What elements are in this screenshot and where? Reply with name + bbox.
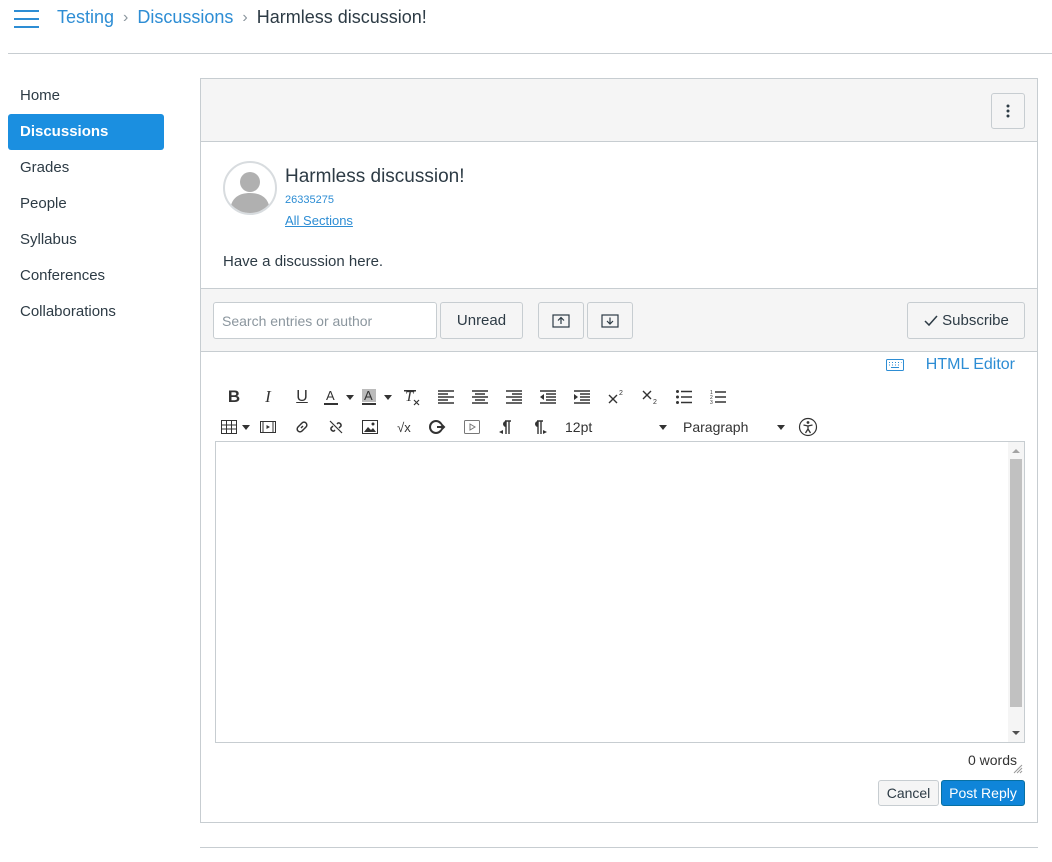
word-count: 0 words [967, 752, 1017, 768]
media-icon[interactable] [251, 414, 285, 440]
author-id: 26335275 [285, 194, 334, 206]
avatar[interactable] [223, 161, 277, 215]
course-nav: Home Discussions Grades People Syllabus … [8, 78, 164, 330]
kebab-icon [1006, 104, 1010, 118]
chevron-right-icon: › [242, 8, 248, 26]
background-color-dropdown-icon[interactable] [381, 384, 395, 410]
underline-icon[interactable]: U [285, 384, 319, 410]
discussion-title: Harmless discussion! [285, 166, 465, 187]
nav-item-people[interactable]: People [8, 186, 164, 222]
collapse-replies-button[interactable] [538, 302, 584, 339]
bold-icon[interactable]: B [217, 384, 251, 410]
accessibility-checker-icon[interactable] [791, 414, 825, 440]
collapse-icon [552, 313, 570, 328]
expand-replies-button[interactable] [587, 302, 633, 339]
nav-item-syllabus[interactable]: Syllabus [8, 222, 164, 258]
search-input[interactable] [213, 302, 437, 339]
font-size-value: 12pt [565, 419, 593, 435]
scroll-down-icon[interactable] [1011, 728, 1021, 738]
nav-item-conferences[interactable]: Conferences [8, 258, 164, 294]
all-sections-link[interactable]: All Sections [285, 213, 353, 228]
breadcrumb-discussions-link[interactable]: Discussions [137, 7, 233, 28]
discussion-entry: Harmless discussion! 26335275 All Sectio… [201, 142, 1037, 288]
reply-editor: HTML Editor B I U A A T 2 2 1 2 3 √x 12p… [201, 352, 1037, 822]
table-dropdown-icon[interactable] [241, 414, 251, 440]
nav-item-grades[interactable]: Grades [8, 150, 164, 186]
cancel-button[interactable]: Cancel [878, 780, 939, 806]
keyboard-icon[interactable] [885, 359, 904, 371]
subscribe-button[interactable]: Subscribe [907, 302, 1025, 339]
discussion-panel: Harmless discussion! 26335275 All Sectio… [200, 78, 1038, 823]
superscript-icon[interactable]: 2 [599, 384, 633, 410]
breadcrumb: Testing › Discussions › Harmless discuss… [57, 7, 427, 28]
clear-formatting-icon[interactable]: T [395, 384, 429, 410]
background-color-icon[interactable]: A [357, 384, 381, 410]
discussion-toolbar: Unread Subscribe [201, 288, 1037, 352]
font-size-select[interactable]: 12pt [557, 414, 675, 440]
embed-icon[interactable] [421, 414, 455, 440]
divider [8, 53, 1052, 54]
nav-item-home[interactable]: Home [8, 78, 164, 114]
bullet-list-icon[interactable] [667, 384, 701, 410]
text-color-dropdown-icon[interactable] [343, 384, 357, 410]
math-equation-icon[interactable]: √x [387, 414, 421, 440]
svg-text:2: 2 [619, 390, 623, 397]
editor-toolbar-row-1: B I U A A T 2 2 1 2 3 [217, 384, 735, 410]
unlink-icon[interactable] [319, 414, 353, 440]
post-reply-button[interactable]: Post Reply [941, 780, 1025, 806]
svg-text:2: 2 [653, 399, 657, 405]
top-bar: Testing › Discussions › Harmless discuss… [0, 0, 1052, 54]
align-center-icon[interactable] [463, 384, 497, 410]
indent-icon[interactable] [565, 384, 599, 410]
user-placeholder-icon [230, 172, 270, 213]
align-right-icon[interactable] [497, 384, 531, 410]
subscript-icon[interactable]: 2 [633, 384, 667, 410]
rich-text-editor[interactable] [215, 441, 1025, 743]
chevron-down-icon [659, 424, 667, 430]
unread-button[interactable]: Unread [440, 302, 523, 339]
scrollbar-thumb[interactable] [1010, 459, 1022, 707]
italic-icon[interactable]: I [251, 384, 285, 410]
svg-text:A: A [326, 388, 335, 403]
breadcrumb-course-link[interactable]: Testing [57, 7, 114, 28]
html-editor-toggle[interactable]: HTML Editor [885, 356, 1015, 374]
svg-text:3: 3 [710, 400, 713, 405]
editor-toolbar-row-2: √x 12pt Paragraph [217, 414, 825, 440]
outdent-icon[interactable] [531, 384, 565, 410]
checkmark-icon [924, 315, 938, 326]
table-icon[interactable] [217, 414, 241, 440]
block-format-select[interactable]: Paragraph [675, 414, 791, 440]
resize-grip-icon[interactable] [1013, 764, 1023, 774]
ltr-direction-icon[interactable] [489, 414, 523, 440]
block-format-value: Paragraph [683, 419, 749, 435]
scroll-up-icon[interactable] [1011, 446, 1021, 456]
expand-icon [601, 313, 619, 328]
svg-text:A: A [364, 388, 373, 403]
discussion-header-bar [201, 79, 1037, 142]
chevron-right-icon: › [123, 8, 129, 26]
nav-item-collaborations[interactable]: Collaborations [8, 294, 164, 330]
divider [200, 847, 1038, 848]
nav-item-discussions[interactable]: Discussions [8, 114, 164, 150]
discussion-body: Have a discussion here. [223, 253, 384, 270]
link-icon[interactable] [285, 414, 319, 440]
image-icon[interactable] [353, 414, 387, 440]
subscribe-label: Subscribe [942, 312, 1009, 329]
rtl-direction-icon[interactable] [523, 414, 557, 440]
video-icon[interactable] [455, 414, 489, 440]
editor-scrollbar[interactable] [1008, 442, 1024, 742]
html-editor-label: HTML Editor [925, 356, 1015, 373]
chevron-down-icon [777, 424, 785, 430]
breadcrumb-current: Harmless discussion! [256, 7, 427, 27]
hamburger-menu-icon[interactable] [14, 9, 39, 29]
text-color-icon[interactable]: A [319, 384, 343, 410]
more-options-button[interactable] [991, 93, 1025, 129]
align-left-icon[interactable] [429, 384, 463, 410]
numbered-list-icon[interactable]: 123 [701, 384, 735, 410]
